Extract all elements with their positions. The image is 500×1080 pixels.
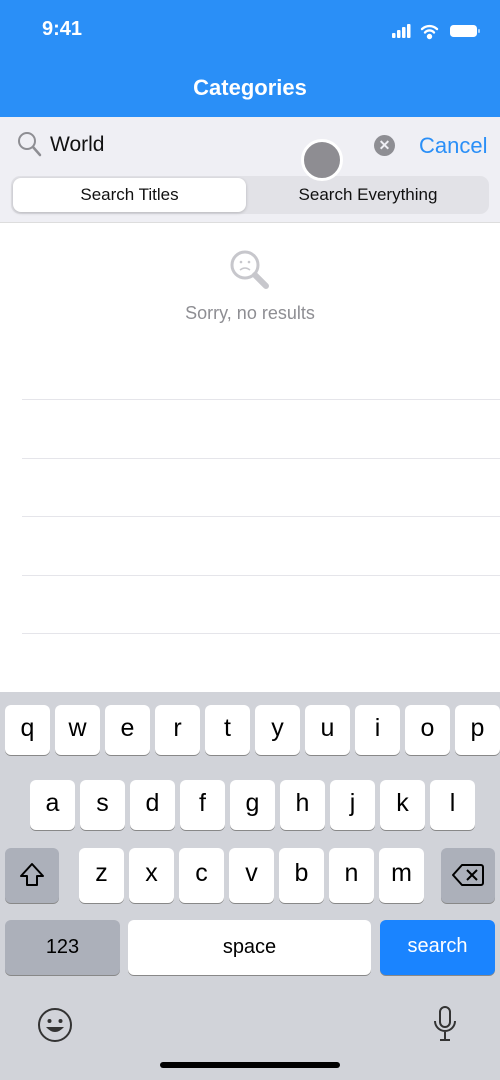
divider (22, 399, 500, 400)
home-indicator[interactable] (160, 1062, 340, 1068)
key-u[interactable]: u (305, 705, 350, 755)
no-results-message: Sorry, no results (185, 303, 315, 323)
key-s[interactable]: s (80, 780, 125, 830)
key-r[interactable]: r (155, 705, 200, 755)
key-a[interactable]: a (30, 780, 75, 830)
tab-search-everything[interactable]: Search Everything (248, 178, 488, 212)
shift-key[interactable] (5, 848, 59, 903)
key-g[interactable]: g (230, 780, 275, 830)
divider (22, 516, 500, 517)
emoji-icon[interactable] (37, 1007, 73, 1043)
key-x[interactable]: x (129, 848, 174, 903)
key-o[interactable]: o (405, 705, 450, 755)
search-input[interactable]: World (50, 133, 104, 157)
key-y[interactable]: y (255, 705, 300, 755)
search-key[interactable]: search (380, 920, 495, 975)
key-m[interactable]: m (379, 848, 424, 903)
delete-icon (452, 864, 484, 886)
key-d[interactable]: d (130, 780, 175, 830)
touch-indicator (301, 139, 343, 181)
delete-key[interactable] (441, 848, 495, 903)
key-e[interactable]: e (105, 705, 150, 755)
wifi-icon (420, 24, 439, 40)
key-b[interactable]: b (279, 848, 324, 903)
cancel-button[interactable]: Cancel (419, 133, 487, 159)
key-z[interactable]: z (79, 848, 124, 903)
key-l[interactable]: l (430, 780, 475, 830)
battery-icon (450, 25, 480, 37)
key-v[interactable]: v (229, 848, 274, 903)
key-p[interactable]: p (455, 705, 500, 755)
key-j[interactable]: j (330, 780, 375, 830)
key-q[interactable]: q (5, 705, 50, 755)
key-c[interactable]: c (179, 848, 224, 903)
divider (22, 633, 500, 634)
key-n[interactable]: n (329, 848, 374, 903)
sad-magnifier-icon (230, 250, 269, 289)
divider (22, 575, 500, 576)
status-icons (392, 24, 480, 40)
page-title: Categories (193, 75, 307, 100)
status-time: 9:41 (42, 18, 83, 40)
key-k[interactable]: k (380, 780, 425, 830)
space-key[interactable]: space (128, 920, 371, 975)
shift-icon (20, 863, 44, 886)
clear-icon[interactable]: ✕ (374, 135, 395, 156)
key-h[interactable]: h (280, 780, 325, 830)
numbers-key[interactable]: 123 (5, 920, 120, 975)
key-w[interactable]: w (55, 705, 100, 755)
divider (22, 458, 500, 459)
cellular-signal-icon (392, 24, 411, 38)
key-i[interactable]: i (355, 705, 400, 755)
tab-search-titles[interactable]: Search Titles (13, 178, 246, 212)
key-t[interactable]: t (205, 705, 250, 755)
search-icon (18, 132, 42, 157)
microphone-icon[interactable] (432, 1005, 458, 1045)
key-f[interactable]: f (180, 780, 225, 830)
